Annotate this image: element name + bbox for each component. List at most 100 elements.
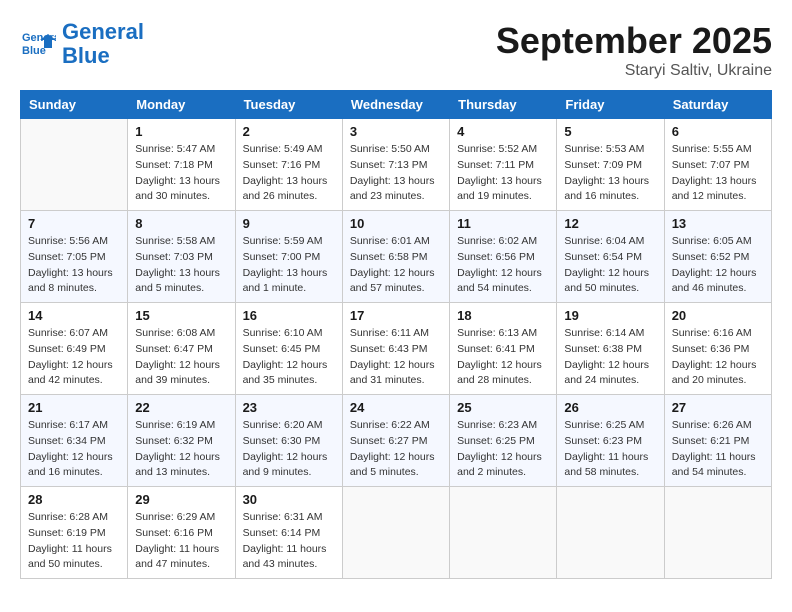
day-info: Sunrise: 6:07 AMSunset: 6:49 PMDaylight:… (28, 326, 120, 389)
day-info: Sunrise: 6:26 AMSunset: 6:21 PMDaylight:… (672, 418, 764, 481)
calendar-cell: 25 Sunrise: 6:23 AMSunset: 6:25 PMDayligh… (450, 395, 557, 487)
calendar-cell: 18 Sunrise: 6:13 AMSunset: 6:41 PMDayligh… (450, 303, 557, 395)
day-number: 2 (243, 124, 335, 139)
calendar-week-5: 28 Sunrise: 6:28 AMSunset: 6:19 PMDayligh… (21, 487, 772, 579)
day-info: Sunrise: 5:58 AMSunset: 7:03 PMDaylight:… (135, 234, 227, 297)
calendar-cell: 17 Sunrise: 6:11 AMSunset: 6:43 PMDayligh… (342, 303, 449, 395)
day-number: 12 (564, 216, 656, 231)
day-info: Sunrise: 6:10 AMSunset: 6:45 PMDaylight:… (243, 326, 335, 389)
calendar-cell: 7Sunrise: 5:56 AMSunset: 7:05 PMDaylight… (21, 211, 128, 303)
day-info: Sunrise: 6:01 AMSunset: 6:58 PMDaylight:… (350, 234, 442, 297)
weekday-header-sunday: Sunday (21, 91, 128, 119)
day-info: Sunrise: 5:49 AMSunset: 7:16 PMDaylight:… (243, 142, 335, 205)
day-info: Sunrise: 6:23 AMSunset: 6:25 PMDaylight:… (457, 418, 549, 481)
day-info: Sunrise: 6:16 AMSunset: 6:36 PMDaylight:… (672, 326, 764, 389)
day-number: 25 (457, 400, 549, 415)
day-number: 5 (564, 124, 656, 139)
calendar-cell: 23 Sunrise: 6:20 AMSunset: 6:30 PMDayligh… (235, 395, 342, 487)
weekday-header-thursday: Thursday (450, 91, 557, 119)
svg-text:Blue: Blue (22, 45, 46, 57)
logo-icon: General Blue (20, 26, 56, 62)
calendar-cell (450, 487, 557, 579)
day-number: 23 (243, 400, 335, 415)
calendar-cell: 1Sunrise: 5:47 AMSunset: 7:18 PMDaylight… (128, 119, 235, 211)
day-info: Sunrise: 6:08 AMSunset: 6:47 PMDaylight:… (135, 326, 227, 389)
day-number: 26 (564, 400, 656, 415)
calendar-cell: 15Sunrise: 6:08 AMSunset: 6:47 PMDayligh… (128, 303, 235, 395)
day-number: 16 (243, 308, 335, 323)
calendar-cell: 20 Sunrise: 6:16 AMSunset: 6:36 PMDayligh… (664, 303, 771, 395)
day-info: Sunrise: 6:28 AMSunset: 6:19 PMDaylight:… (28, 510, 120, 573)
day-info: Sunrise: 6:20 AMSunset: 6:30 PMDaylight:… (243, 418, 335, 481)
location-title: Staryi Saltiv, Ukraine (496, 62, 772, 80)
day-info: Sunrise: 5:56 AMSunset: 7:05 PMDaylight:… (28, 234, 120, 297)
logo: General Blue GeneralBlue (20, 20, 144, 68)
day-info: Sunrise: 6:29 AMSunset: 6:16 PMDaylight:… (135, 510, 227, 573)
calendar-cell (664, 487, 771, 579)
day-number: 28 (28, 492, 120, 507)
day-info: Sunrise: 5:50 AMSunset: 7:13 PMDaylight:… (350, 142, 442, 205)
day-info: Sunrise: 6:13 AMSunset: 6:41 PMDaylight:… (457, 326, 549, 389)
calendar-week-4: 21Sunrise: 6:17 AMSunset: 6:34 PMDayligh… (21, 395, 772, 487)
calendar-cell: 10 Sunrise: 6:01 AMSunset: 6:58 PMDayligh… (342, 211, 449, 303)
calendar-cell (342, 487, 449, 579)
calendar-cell: 26 Sunrise: 6:25 AMSunset: 6:23 PMDayligh… (557, 395, 664, 487)
day-number: 10 (350, 216, 442, 231)
day-number: 3 (350, 124, 442, 139)
day-info: Sunrise: 6:31 AMSunset: 6:14 PMDaylight:… (243, 510, 335, 573)
day-info: Sunrise: 5:55 AMSunset: 7:07 PMDaylight:… (672, 142, 764, 205)
day-number: 8 (135, 216, 227, 231)
day-number: 19 (564, 308, 656, 323)
calendar-cell: 27 Sunrise: 6:26 AMSunset: 6:21 PMDayligh… (664, 395, 771, 487)
calendar-cell: 21Sunrise: 6:17 AMSunset: 6:34 PMDayligh… (21, 395, 128, 487)
calendar-cell: 11 Sunrise: 6:02 AMSunset: 6:56 PMDayligh… (450, 211, 557, 303)
day-number: 4 (457, 124, 549, 139)
calendar-title-area: September 2025 Staryi Saltiv, Ukraine (496, 20, 772, 80)
day-number: 29 (135, 492, 227, 507)
day-info: Sunrise: 6:14 AMSunset: 6:38 PMDaylight:… (564, 326, 656, 389)
day-info: Sunrise: 6:02 AMSunset: 6:56 PMDaylight:… (457, 234, 549, 297)
day-info: Sunrise: 6:05 AMSunset: 6:52 PMDaylight:… (672, 234, 764, 297)
day-info: Sunrise: 6:17 AMSunset: 6:34 PMDaylight:… (28, 418, 120, 481)
day-number: 20 (672, 308, 764, 323)
calendar-cell: 9Sunrise: 5:59 AMSunset: 7:00 PMDaylight… (235, 211, 342, 303)
page-header: General Blue GeneralBlue September 2025 … (20, 20, 772, 80)
weekday-header-friday: Friday (557, 91, 664, 119)
day-number: 14 (28, 308, 120, 323)
day-number: 6 (672, 124, 764, 139)
day-info: Sunrise: 6:04 AMSunset: 6:54 PMDaylight:… (564, 234, 656, 297)
calendar-cell: 29 Sunrise: 6:29 AMSunset: 6:16 PMDayligh… (128, 487, 235, 579)
day-number: 11 (457, 216, 549, 231)
calendar-cell: 30 Sunrise: 6:31 AMSunset: 6:14 PMDayligh… (235, 487, 342, 579)
logo-name: GeneralBlue (62, 20, 144, 68)
calendar-header-row: SundayMondayTuesdayWednesdayThursdayFrid… (21, 91, 772, 119)
day-info: Sunrise: 6:11 AMSunset: 6:43 PMDaylight:… (350, 326, 442, 389)
calendar-cell: 24Sunrise: 6:22 AMSunset: 6:27 PMDayligh… (342, 395, 449, 487)
calendar-cell: 16 Sunrise: 6:10 AMSunset: 6:45 PMDayligh… (235, 303, 342, 395)
day-info: Sunrise: 6:19 AMSunset: 6:32 PMDaylight:… (135, 418, 227, 481)
day-info: Sunrise: 6:25 AMSunset: 6:23 PMDaylight:… (564, 418, 656, 481)
calendar-cell: 14 Sunrise: 6:07 AMSunset: 6:49 PMDayligh… (21, 303, 128, 395)
calendar-cell: 12 Sunrise: 6:04 AMSunset: 6:54 PMDayligh… (557, 211, 664, 303)
weekday-header-tuesday: Tuesday (235, 91, 342, 119)
weekday-header-monday: Monday (128, 91, 235, 119)
day-info: Sunrise: 5:53 AMSunset: 7:09 PMDaylight:… (564, 142, 656, 205)
day-number: 18 (457, 308, 549, 323)
calendar-week-2: 7Sunrise: 5:56 AMSunset: 7:05 PMDaylight… (21, 211, 772, 303)
calendar-week-3: 14 Sunrise: 6:07 AMSunset: 6:49 PMDayligh… (21, 303, 772, 395)
calendar-cell: 19 Sunrise: 6:14 AMSunset: 6:38 PMDayligh… (557, 303, 664, 395)
weekday-header-wednesday: Wednesday (342, 91, 449, 119)
calendar-cell: 13Sunrise: 6:05 AMSunset: 6:52 PMDayligh… (664, 211, 771, 303)
month-title: September 2025 (496, 20, 772, 62)
calendar-cell: 3 Sunrise: 5:50 AMSunset: 7:13 PMDaylight… (342, 119, 449, 211)
calendar-cell: 8 Sunrise: 5:58 AMSunset: 7:03 PMDaylight… (128, 211, 235, 303)
day-number: 30 (243, 492, 335, 507)
calendar-cell: 2 Sunrise: 5:49 AMSunset: 7:16 PMDaylight… (235, 119, 342, 211)
day-number: 17 (350, 308, 442, 323)
calendar-cell: 6 Sunrise: 5:55 AMSunset: 7:07 PMDaylight… (664, 119, 771, 211)
day-number: 24 (350, 400, 442, 415)
day-number: 27 (672, 400, 764, 415)
day-number: 22 (135, 400, 227, 415)
calendar-week-1: 1Sunrise: 5:47 AMSunset: 7:18 PMDaylight… (21, 119, 772, 211)
calendar-cell: 28 Sunrise: 6:28 AMSunset: 6:19 PMDayligh… (21, 487, 128, 579)
